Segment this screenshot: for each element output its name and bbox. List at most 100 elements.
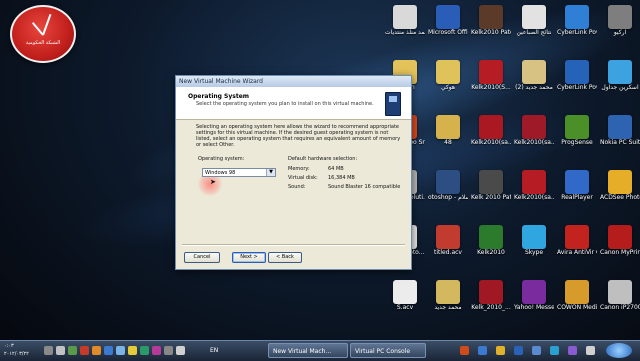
app-icon	[479, 115, 503, 139]
desktop-icon[interactable]: Kelk2010(sa...	[471, 115, 511, 146]
firefox-icon[interactable]	[460, 346, 469, 355]
app-icon	[565, 280, 589, 304]
desktop-icon[interactable]: ACDSee Photo ...	[600, 170, 640, 201]
desktop-icon[interactable]: CyberLink PowerDVD 10	[557, 60, 597, 91]
language-indicator[interactable]: EN	[210, 347, 218, 354]
desktop-icon[interactable]: 48	[428, 115, 468, 146]
desktop-icon[interactable]: S.acv	[385, 280, 425, 311]
app-icon	[436, 225, 460, 249]
hardware-summary: Default hardware selection: Memory: 64 M…	[288, 156, 408, 190]
desktop-icon[interactable]: CyberLink PowerDVD	[557, 5, 597, 36]
app-icon	[522, 115, 546, 139]
hardware-row: Virtual disk: 16,384 MB	[288, 175, 408, 182]
tray-app-icon[interactable]	[152, 346, 161, 355]
tray-app-icon[interactable]	[176, 346, 185, 355]
desktop-icon-label: ProgSense	[561, 139, 593, 146]
power-icon[interactable]	[68, 346, 77, 355]
desktop-icon-label: Skype	[524, 249, 544, 256]
desktop-icon-label: ACDSee Photo ...	[600, 194, 640, 201]
desktop-icon[interactable]: Microsoft Office Wo...	[428, 5, 468, 36]
desktop-icon[interactable]: Kelk_2010_...	[471, 280, 511, 311]
chevron-down-icon[interactable]: ▼	[266, 169, 275, 176]
desktop-icon[interactable]: Yahoo! Messenger	[514, 280, 554, 311]
desktop-icon[interactable]: محمد جديد (2)	[514, 60, 554, 91]
desktop-icon[interactable]: نتائج الصباعين	[514, 5, 554, 36]
desktop-icon-label: Kelk2010	[477, 249, 505, 256]
back-button[interactable]: < Back	[268, 252, 302, 263]
desktop-icon[interactable]: Kelk2010 Patch v1	[471, 5, 511, 36]
hardware-value: 64 MB	[328, 166, 344, 172]
ie-icon[interactable]	[514, 346, 523, 355]
desktop-icon-label: RealPlayer	[561, 194, 593, 201]
tray-app-icon[interactable]	[80, 346, 89, 355]
desktop-icon[interactable]: ارکيو	[600, 5, 640, 36]
desktop-icon[interactable]: Kelk2010(S...	[471, 60, 511, 91]
desktop-icon-label: Kelk2010 Patch v1	[471, 29, 511, 36]
desktop-icon-label: Canon MyPrinter	[600, 249, 640, 256]
os-select[interactable]: Windows 98 ▼	[202, 168, 276, 177]
tray-app-icon[interactable]	[92, 346, 101, 355]
app-icon	[479, 60, 503, 84]
task-new-vm-wizard[interactable]: New Virtual Mach...	[268, 343, 348, 358]
desktop-icon[interactable]: titled.acv	[428, 225, 468, 256]
desktop-icon[interactable]: otoshop - رائد الاسلام	[428, 170, 468, 201]
volume-icon[interactable]	[56, 346, 65, 355]
app-icon	[522, 225, 546, 249]
app-icon[interactable]	[586, 346, 595, 355]
desktop-icon-label: محمد منلذ منتديات	[385, 29, 425, 36]
desktop-icon[interactable]: Kelk2010	[471, 225, 511, 256]
clock-gadget[interactable]: الشبكة الحكومية	[10, 5, 76, 63]
desktop-icon[interactable]: اسكرين جداول	[600, 60, 640, 91]
app-icon	[608, 280, 632, 304]
app-icon	[565, 5, 589, 29]
taskbar: ٠:٠٣ ٢٠١٢/٠٣/٢٢ EN New Virtual Mach... V…	[0, 340, 640, 361]
start-button[interactable]	[606, 343, 632, 358]
hardware-key: Sound:	[288, 184, 306, 190]
app-icon	[565, 225, 589, 249]
app-icon	[522, 60, 546, 84]
desktop-icon[interactable]: COWON Media Cent...	[557, 280, 597, 311]
cancel-button[interactable]: Cancel	[184, 252, 220, 263]
wizard-titlebar[interactable]: New Virtual Machine Wizard	[176, 76, 411, 87]
tray-date: ٢٠١٢/٠٣/٢٢	[4, 351, 29, 357]
app-icon	[608, 115, 632, 139]
desktop-icon[interactable]: محمد جديد	[428, 280, 468, 311]
desktop-icon[interactable]: Kelk 2010 Patcher v2.2	[471, 170, 511, 201]
desktop-icon[interactable]: Kelk2010(sa...	[514, 170, 554, 201]
tray-app-icon[interactable]	[116, 346, 125, 355]
app-icon	[522, 280, 546, 304]
tray-app-icon[interactable]	[164, 346, 173, 355]
network-icon[interactable]	[44, 346, 53, 355]
desktop-icon-label: Kelk2010(sa...	[471, 139, 511, 146]
desktop-icon[interactable]: Avira AntiVir Control Ce...	[557, 225, 597, 256]
wizard-divider	[182, 244, 405, 246]
task-virtual-pc-console[interactable]: Virtual PC Console	[350, 343, 426, 358]
desktop-icon[interactable]: Canon MyPrinter	[600, 225, 640, 256]
app-icon	[479, 170, 503, 194]
desktop-icon[interactable]: ProgSense	[557, 115, 597, 146]
app-icon[interactable]	[532, 346, 541, 355]
tray-app-icon[interactable]	[140, 346, 149, 355]
app-icon[interactable]	[568, 346, 577, 355]
desktop-icon-label: محمد جديد	[434, 304, 462, 311]
desktop-icon[interactable]: RealPlayer	[557, 170, 597, 201]
media-icon[interactable]	[478, 346, 487, 355]
explorer-icon[interactable]	[496, 346, 505, 355]
app-icon	[565, 115, 589, 139]
tray-app-icon[interactable]	[128, 346, 137, 355]
desktop-icon[interactable]: Nokia PC Suite	[600, 115, 640, 146]
desktop-icon[interactable]: محمد منلذ منتديات	[385, 5, 425, 36]
desktop-icon[interactable]: Kelk2010(sa...	[514, 115, 554, 146]
desktop-icon[interactable]: هوكي	[428, 60, 468, 91]
desktop-icon[interactable]: Skype	[514, 225, 554, 256]
app-icon	[479, 225, 503, 249]
tray-app-icon[interactable]	[104, 346, 113, 355]
desktop-icon-label: Kelk_2010_...	[471, 304, 511, 311]
app-icon	[436, 5, 460, 29]
desktop-icon-label: Canon iP2700 seri...	[600, 304, 640, 311]
desktop-icon[interactable]: Canon iP2700 seri...	[600, 280, 640, 311]
app-icon	[479, 5, 503, 29]
app-icon[interactable]	[550, 346, 559, 355]
next-button[interactable]: Next >	[232, 252, 266, 263]
hardware-key: Memory:	[288, 166, 310, 172]
